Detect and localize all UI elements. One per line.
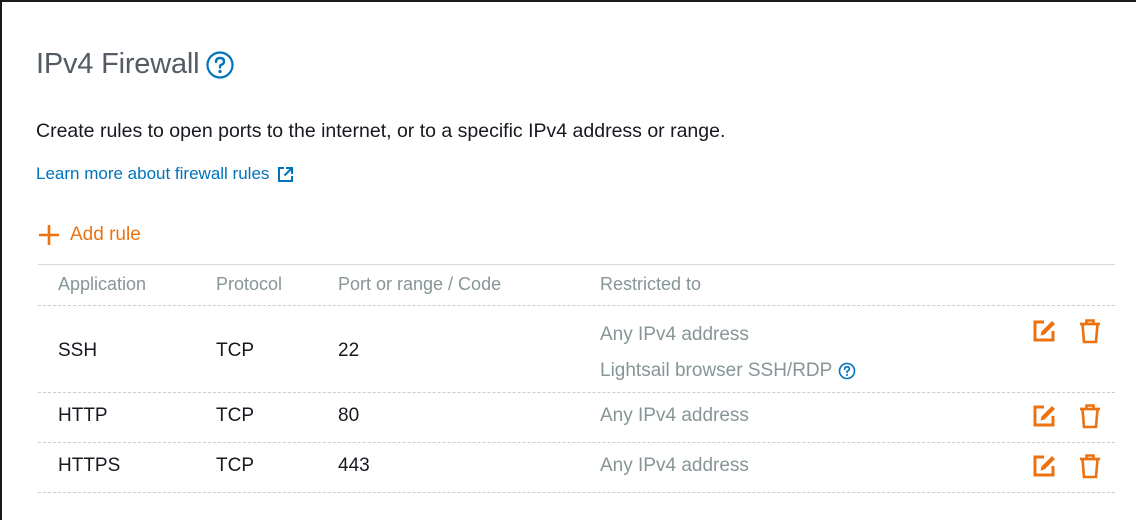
restricted-secondary-label: Lightsail browser SSH/RDP — [600, 360, 833, 381]
edit-icon[interactable] — [1032, 453, 1056, 479]
delete-icon[interactable] — [1078, 453, 1102, 479]
table-header: Application Protocol Port or range / Cod… — [38, 265, 1115, 306]
edit-icon[interactable] — [1032, 318, 1056, 344]
table-row: SSH TCP 22 Any IPv4 address Lightsail br… — [38, 306, 1115, 393]
add-rule-label: Add rule — [70, 224, 141, 245]
learn-more-label: Learn more about firewall rules — [36, 164, 270, 183]
page-title: IPv4 Firewall — [36, 48, 235, 81]
application-cell: HTTP — [58, 405, 108, 426]
protocol-cell: TCP — [216, 340, 254, 361]
column-header-protocol: Protocol — [216, 274, 283, 294]
port-cell: 22 — [338, 340, 360, 361]
delete-icon[interactable] — [1078, 403, 1102, 429]
firewall-rules-table: Application Protocol Port or range / Cod… — [38, 264, 1115, 493]
column-header-port: Port or range / Code — [338, 274, 502, 294]
firewall-panel: IPv4 Firewall Create rules to open ports… — [0, 0, 1136, 520]
restricted-cell-secondary: Lightsail browser SSH/RDP — [600, 360, 856, 382]
restricted-cell: Any IPv4 address — [600, 405, 749, 426]
application-cell: SSH — [58, 340, 98, 361]
port-cell: 80 — [338, 405, 360, 426]
external-link-icon — [278, 166, 294, 182]
protocol-cell: TCP — [216, 455, 254, 476]
column-header-restricted: Restricted to — [600, 274, 702, 294]
table-row: HTTPS TCP 443 Any IPv4 address — [38, 443, 1115, 493]
plus-icon — [39, 225, 59, 245]
learn-more-link[interactable]: Learn more about firewall rules — [36, 164, 294, 184]
table-row: HTTP TCP 80 Any IPv4 address — [38, 393, 1115, 443]
restricted-cell: Any IPv4 address — [600, 455, 749, 476]
port-cell: 443 — [338, 455, 370, 476]
protocol-cell: TCP — [216, 405, 254, 426]
application-cell: HTTPS — [58, 455, 121, 476]
row-actions — [1032, 403, 1102, 429]
edit-icon[interactable] — [1032, 403, 1056, 429]
delete-icon[interactable] — [1078, 318, 1102, 344]
row-actions — [1032, 318, 1102, 344]
restricted-cell: Any IPv4 address — [600, 324, 749, 345]
description-text: Create rules to open ports to the intern… — [36, 120, 726, 142]
help-icon[interactable] — [838, 362, 856, 380]
page-title-text: IPv4 Firewall — [36, 48, 200, 80]
column-header-application: Application — [58, 274, 147, 294]
add-rule-button[interactable]: Add rule — [38, 224, 141, 246]
row-actions — [1032, 453, 1102, 479]
help-icon[interactable] — [205, 50, 235, 80]
